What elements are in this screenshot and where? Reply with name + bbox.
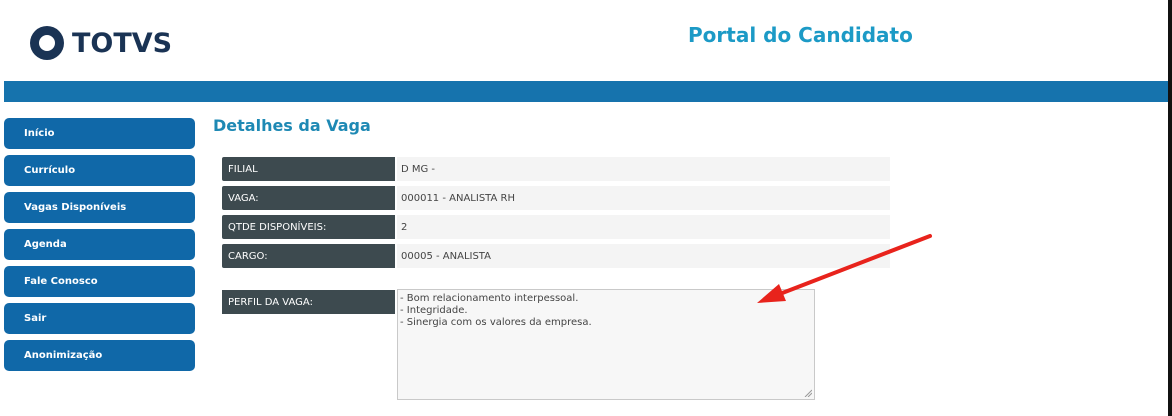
- totvs-logo[interactable]: TOTVS: [30, 26, 172, 60]
- perfil-line: - Sinergia com os valores da empresa.: [400, 317, 592, 328]
- resize-handle-icon[interactable]: [804, 389, 812, 397]
- detail-row-filial: FILIAL D MG -: [222, 157, 890, 181]
- menu-item-inicio[interactable]: Início: [4, 118, 195, 149]
- detail-value: 00005 - ANALISTA: [397, 244, 890, 268]
- menu-item-fale-conosco[interactable]: Fale Conosco: [4, 266, 195, 297]
- perfil-line: - Integridade.: [400, 305, 468, 316]
- window-edge: [1168, 0, 1172, 416]
- top-bar: [4, 81, 1168, 102]
- totvs-logo-icon: [30, 26, 64, 60]
- sidebar-menu: Início Currículo Vagas Disponíveis Agend…: [4, 118, 195, 377]
- logo-text: TOTVS: [72, 27, 173, 59]
- perfil-line: - Bom relacionamento interpessoal.: [400, 293, 579, 304]
- menu-item-anonimizacao[interactable]: Anonimização: [4, 340, 195, 371]
- menu-item-agenda[interactable]: Agenda: [4, 229, 195, 260]
- detail-row-qtde: QTDE DISPONÍVEIS: 2: [222, 215, 890, 239]
- detail-label: FILIAL: [222, 157, 395, 181]
- perfil-label: PERFIL DA VAGA:: [222, 290, 395, 314]
- perfil-textarea[interactable]: - Bom relacionamento interpessoal. - Int…: [397, 289, 815, 400]
- detail-label: CARGO:: [222, 244, 395, 268]
- detail-row-vaga: VAGA: 000011 - ANALISTA RH: [222, 186, 890, 210]
- detail-value: 000011 - ANALISTA RH: [397, 186, 890, 210]
- detail-value: 2: [397, 215, 890, 239]
- menu-item-sair[interactable]: Sair: [4, 303, 195, 334]
- detail-label: QTDE DISPONÍVEIS:: [222, 215, 395, 239]
- menu-item-vagas-disponiveis[interactable]: Vagas Disponíveis: [4, 192, 195, 223]
- menu-item-curriculo[interactable]: Currículo: [4, 155, 195, 186]
- detail-row-cargo: CARGO: 00005 - ANALISTA: [222, 244, 890, 268]
- page-title: Detalhes da Vaga: [213, 116, 371, 135]
- detail-value: D MG -: [397, 157, 890, 181]
- detail-label: VAGA:: [222, 186, 395, 210]
- portal-title: Portal do Candidato: [688, 23, 913, 47]
